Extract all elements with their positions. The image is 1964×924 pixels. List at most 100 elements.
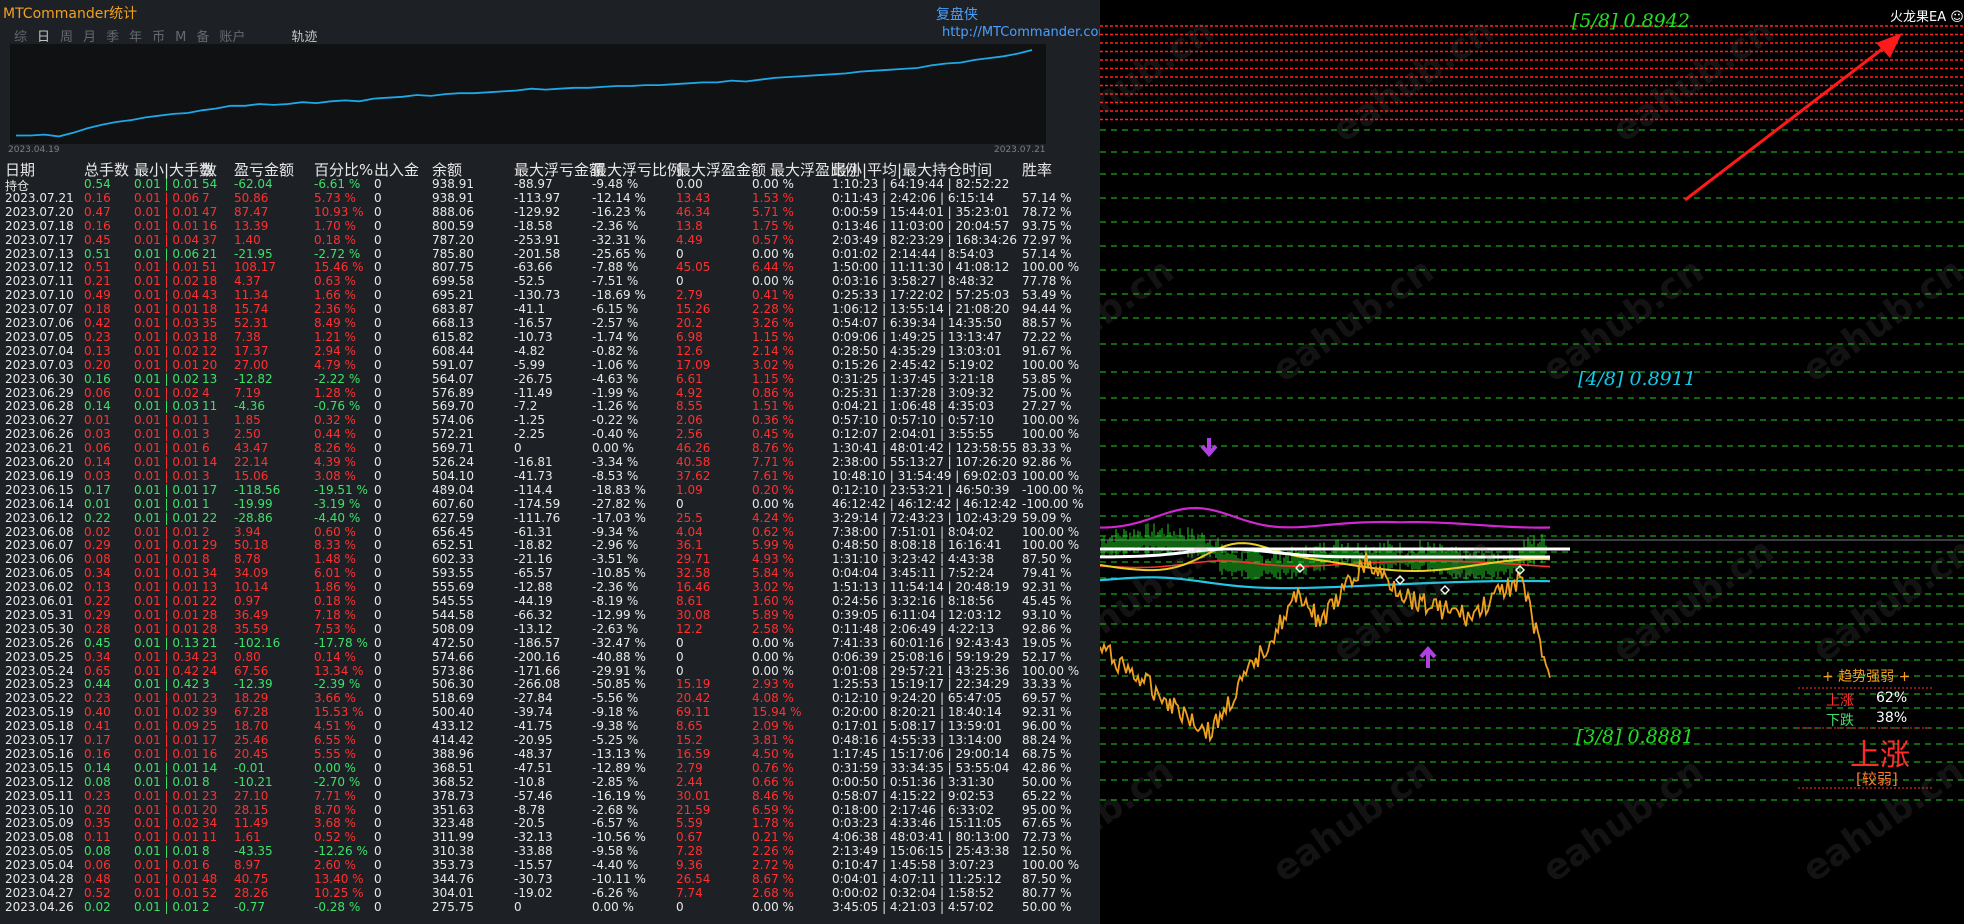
table-row[interactable]: 2023.06.20 0.14 0.01 | 0.01 14 22.14 4.39 % 0 5… bbox=[0, 455, 1100, 469]
cell-13: 45.45 % bbox=[1022, 594, 1072, 608]
table-row[interactable]: 2023.05.05 0.08 0.01 | 0.01 8 -43.35 -12.26 %… bbox=[0, 844, 1100, 858]
cell-10: 40.58 bbox=[676, 455, 711, 469]
table-row[interactable]: 2023.05.15 0.14 0.01 | 0.01 14 -0.01 0.00 % 0 3… bbox=[0, 761, 1100, 775]
table-row[interactable]: 2023.06.27 0.01 0.01 | 0.01 1 1.85 0.32 % 0 574… bbox=[0, 413, 1100, 427]
cell-5: 6.01 % bbox=[314, 566, 356, 581]
cell-7: 576.89 bbox=[432, 385, 474, 400]
cell-13: 67.65 % bbox=[1022, 816, 1072, 831]
cell-2: 0.01 | 0.01 bbox=[134, 552, 200, 567]
cell-12: 0:39:05 | 6:11:04 | 12:03:12 bbox=[832, 607, 1002, 622]
table-row[interactable]: 2023.06.30 0.16 0.01 | 0.02 13 -12.82 -2.22 %… bbox=[0, 372, 1100, 386]
cell-0: 2023.06.26 bbox=[5, 427, 74, 442]
cell-8: -12.88 bbox=[514, 580, 553, 595]
table-row[interactable]: 2023.05.31 0.29 0.01 | 0.01 28 36.49 7.18 % 0 5… bbox=[0, 608, 1100, 622]
table-row[interactable]: 2023.06.26 0.03 0.01 | 0.01 3 2.50 0.44 % 0 572… bbox=[0, 427, 1100, 441]
table-row[interactable]: 2023.05.24 0.65 0.01 | 0.42 24 67.56 13.34 % 0… bbox=[0, 664, 1100, 678]
cell-1: 0.06 bbox=[84, 858, 111, 873]
tab-7[interactable]: M bbox=[175, 30, 186, 45]
table-row[interactable]: 2023.07.07 0.18 0.01 | 0.01 18 15.74 2.36 % 0 6… bbox=[0, 302, 1100, 316]
table-row[interactable]: 2023.06.07 0.29 0.01 | 0.01 29 50.18 8.33 % 0 6… bbox=[0, 538, 1100, 552]
table-row[interactable]: 2023.06.28 0.14 0.01 | 0.03 11 -4.36 -0.76 % 0… bbox=[0, 399, 1100, 413]
table-row[interactable]: 2023.06.12 0.22 0.01 | 0.01 22 -28.86 -4.40 %… bbox=[0, 511, 1100, 525]
table-row[interactable]: 2023.04.27 0.52 0.01 | 0.01 52 28.26 10.25 % 0… bbox=[0, 886, 1100, 900]
table-row[interactable]: 2023.05.23 0.44 0.01 | 0.42 3 -12.39 -2.39 % 0… bbox=[0, 677, 1100, 691]
tab-2[interactable]: 周 bbox=[60, 30, 73, 45]
cell-3: 22 bbox=[202, 510, 218, 525]
table-row[interactable]: 2023.05.04 0.06 0.01 | 0.01 6 8.97 2.60 % 0 353… bbox=[0, 858, 1100, 872]
table-row[interactable]: 2023.05.08 0.11 0.01 | 0.01 11 1.61 0.52 % 0 31… bbox=[0, 830, 1100, 844]
table-row[interactable]: 2023.06.05 0.34 0.01 | 0.01 34 34.09 6.01 % 0 5… bbox=[0, 566, 1100, 580]
tab-6[interactable]: 币 bbox=[152, 30, 165, 45]
table-row[interactable]: 2023.07.04 0.13 0.01 | 0.02 12 17.37 2.94 % 0 6… bbox=[0, 344, 1100, 358]
table-row[interactable]: 2023.05.11 0.23 0.01 | 0.01 23 27.10 7.71 % 0 3… bbox=[0, 789, 1100, 803]
table-row[interactable]: 2023.06.01 0.22 0.01 | 0.01 22 0.97 0.18 % 0 54… bbox=[0, 594, 1100, 608]
table-row[interactable]: 2023.06.02 0.13 0.01 | 0.01 13 10.14 1.86 % 0 5… bbox=[0, 580, 1100, 594]
table-row[interactable]: 2023.06.29 0.06 0.01 | 0.02 4 7.19 1.28 % 0 576… bbox=[0, 386, 1100, 400]
table-row[interactable]: 2023.07.06 0.42 0.01 | 0.03 35 52.31 8.49 % 0 6… bbox=[0, 316, 1100, 330]
tab-9[interactable]: 账户 bbox=[219, 30, 245, 45]
table-row[interactable]: 2023.05.12 0.08 0.01 | 0.01 8 -10.21 -2.70 % 0… bbox=[0, 775, 1100, 789]
cell-4: 1.61 bbox=[234, 830, 261, 845]
table-row[interactable]: 2023.06.21 0.06 0.01 | 0.01 6 43.47 8.26 % 0 56… bbox=[0, 441, 1100, 455]
table-row[interactable]: 2023.07.20 0.47 0.01 | 0.01 47 87.47 10.93 % 0… bbox=[0, 205, 1100, 219]
cell-12: 0:18:00 | 2:17:46 | 6:33:02 bbox=[832, 802, 995, 817]
trend-down-value: 38% bbox=[1876, 710, 1908, 726]
tab-8[interactable]: 备 bbox=[196, 30, 209, 45]
table-row[interactable]: 2023.07.17 0.45 0.01 | 0.04 37 1.40 0.18 % 0 78… bbox=[0, 233, 1100, 247]
cell-6: 0 bbox=[374, 733, 382, 747]
table-row[interactable]: 2023.07.05 0.23 0.01 | 0.03 18 7.38 1.21 % 0 61… bbox=[0, 330, 1100, 344]
tab-3[interactable]: 月 bbox=[83, 30, 96, 45]
table-row[interactable]: 2023.06.15 0.17 0.01 | 0.01 17 -118.56 -19.51… bbox=[0, 483, 1100, 497]
cell-11: 1.15 % bbox=[752, 329, 794, 344]
cell-10: 4.49 bbox=[676, 232, 703, 247]
table-row[interactable]: 2023.05.10 0.20 0.01 | 0.01 20 28.15 8.70 % 0 3… bbox=[0, 803, 1100, 817]
tab-0[interactable]: 综 bbox=[14, 30, 27, 45]
table-row[interactable]: 2023.06.19 0.03 0.01 | 0.01 3 15.06 3.08 % 0 50… bbox=[0, 469, 1100, 483]
tab-1[interactable]: 日 bbox=[37, 30, 50, 45]
cell-5: -2.72 % bbox=[314, 246, 361, 261]
table-row[interactable]: 2023.05.17 0.17 0.01 | 0.01 17 25.46 6.55 % 0 4… bbox=[0, 733, 1100, 747]
table-row[interactable]: 2023.06.06 0.08 0.01 | 0.01 8 8.78 1.48 % 0 602… bbox=[0, 552, 1100, 566]
cell-0: 2023.07.05 bbox=[5, 329, 74, 344]
table-row[interactable]: 2023.07.11 0.21 0.01 | 0.02 18 4.37 0.63 % 0 69… bbox=[0, 274, 1100, 288]
table-row[interactable]: 2023.07.12 0.51 0.01 | 0.01 51 108.17 15.46 %… bbox=[0, 260, 1100, 274]
table-row[interactable]: 2023.05.19 0.40 0.01 | 0.02 39 67.28 15.53 % 0… bbox=[0, 705, 1100, 719]
table-row[interactable]: 2023.05.25 0.34 0.01 | 0.34 23 0.80 0.14 % 0 57… bbox=[0, 650, 1100, 664]
cell-3: 14 bbox=[202, 455, 218, 469]
cell-5: 8.26 % bbox=[314, 441, 356, 456]
tab-4[interactable]: 季 bbox=[106, 30, 119, 45]
cell-8: -171.66 bbox=[514, 663, 561, 678]
cell-8: -44.19 bbox=[514, 594, 553, 608]
brand-url[interactable]: http://MTCommander.com bbox=[942, 25, 1100, 40]
cell-13: 12.50 % bbox=[1022, 844, 1072, 859]
cell-8: -63.66 bbox=[514, 260, 553, 275]
cell-12: 1:30:41 | 48:01:42 | 123:58:55 bbox=[832, 441, 1018, 456]
cell-9: -6.15 % bbox=[592, 302, 639, 317]
cell-10: 12.2 bbox=[676, 621, 703, 636]
brand[interactable]: 复盘侠 http://MTCommander.com bbox=[936, 4, 1100, 40]
table-row[interactable]: 2023.05.16 0.16 0.01 | 0.01 16 20.45 5.55 % 0 3… bbox=[0, 747, 1100, 761]
cell-11: 0.00 % bbox=[752, 496, 794, 511]
table-row[interactable]: 2023.05.22 0.23 0.01 | 0.01 23 18.29 3.66 % 0 5… bbox=[0, 691, 1100, 705]
table-row[interactable]: 2023.07.03 0.20 0.01 | 0.01 20 27.00 4.79 % 0 5… bbox=[0, 358, 1100, 372]
cell-2: 0.01 | 0.02 bbox=[134, 816, 200, 831]
table-row[interactable]: 2023.05.30 0.28 0.01 | 0.01 28 35.59 7.53 % 0 5… bbox=[0, 622, 1100, 636]
table-row[interactable]: 2023.04.26 0.02 0.01 | 0.01 2 -0.77 -0.28 % 0 2… bbox=[0, 900, 1100, 914]
tab-trajectory[interactable]: 轨迹 bbox=[291, 30, 317, 45]
cell-10: 29.71 bbox=[676, 552, 711, 567]
table-row[interactable]: 2023.05.18 0.41 0.01 | 0.09 25 18.70 4.51 % 0 4… bbox=[0, 719, 1100, 733]
table-row[interactable]: 2023.04.28 0.48 0.01 | 0.01 48 40.75 13.40 % 0… bbox=[0, 872, 1100, 886]
cell-9: -1.99 % bbox=[592, 385, 639, 400]
table-row[interactable]: 2023.07.10 0.49 0.01 | 0.04 43 11.34 1.66 % 0 6… bbox=[0, 288, 1100, 302]
tab-5[interactable]: 年 bbox=[129, 30, 142, 45]
table-row[interactable]: 2023.05.26 0.45 0.01 | 0.13 21 -102.16 -17.78… bbox=[0, 636, 1100, 650]
table-row[interactable]: 持仓 0.54 0.01 | 0.01 54 -62.04 -6.61 % 0 938.91-… bbox=[0, 177, 1100, 193]
cell-0: 2023.04.27 bbox=[5, 885, 74, 900]
table-row[interactable]: 2023.06.14 0.01 0.01 | 0.01 1 -19.99 -3.19 % 0… bbox=[0, 497, 1100, 511]
table-row[interactable]: 2023.07.18 0.16 0.01 | 0.01 16 13.39 1.70 % 0 8… bbox=[0, 219, 1100, 233]
cell-3: 23 bbox=[202, 649, 218, 664]
table-row[interactable]: 2023.07.21 0.16 0.01 | 0.06 7 50.86 5.73 % 0 93… bbox=[0, 191, 1100, 205]
table-row[interactable]: 2023.07.13 0.51 0.01 | 0.06 21 -21.95 -2.72 %… bbox=[0, 247, 1100, 261]
table-row[interactable]: 2023.06.08 0.02 0.01 | 0.01 2 3.94 0.60 % 0 656… bbox=[0, 525, 1100, 539]
table-row[interactable]: 2023.05.09 0.35 0.01 | 0.02 34 11.49 3.68 % 0 3… bbox=[0, 816, 1100, 830]
